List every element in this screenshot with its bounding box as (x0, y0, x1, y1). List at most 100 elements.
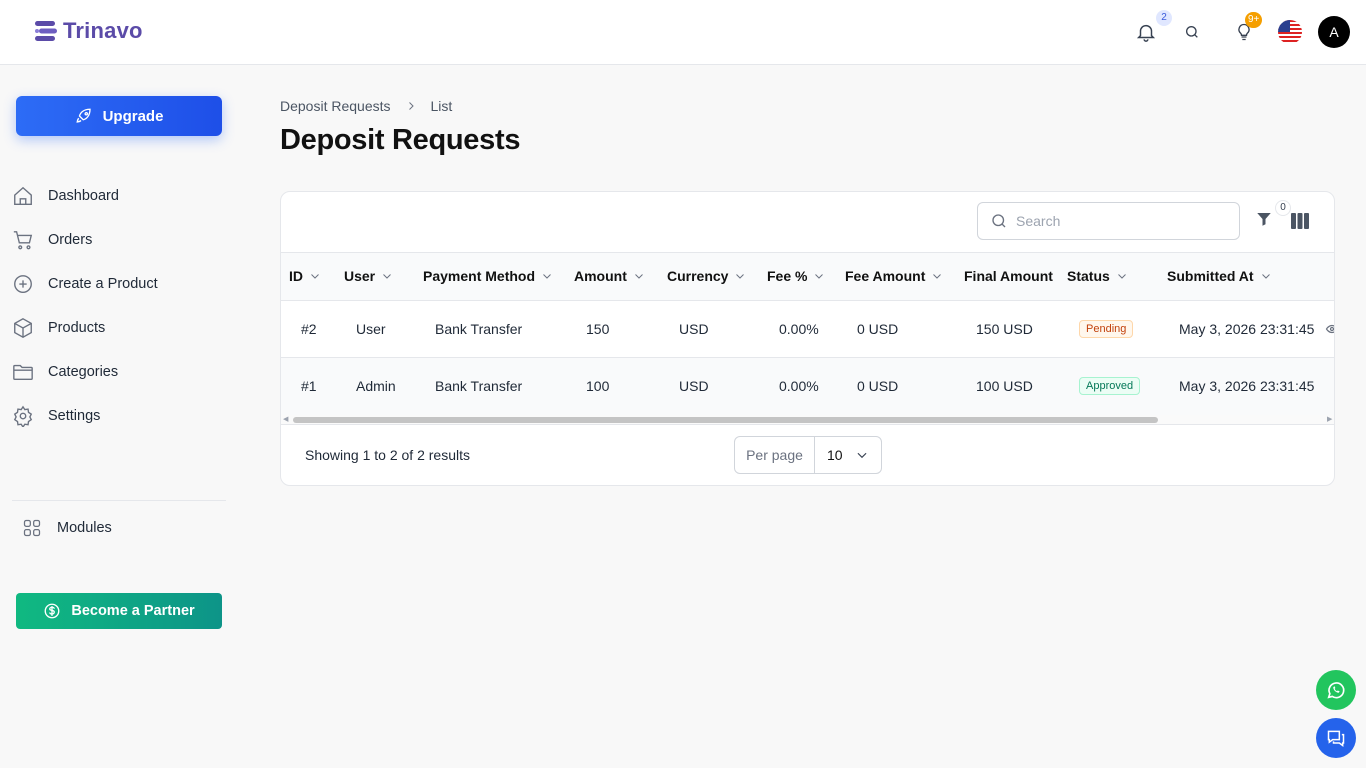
per-page-control: Per page 10 (734, 436, 882, 474)
sidebar-divider (12, 500, 226, 501)
whatsapp-button[interactable] (1316, 670, 1356, 710)
chevron-down-icon (311, 274, 319, 279)
status-badge: Pending (1079, 320, 1134, 338)
sidebar-item-orders[interactable]: Orders (12, 218, 226, 262)
chevron-down-icon (543, 274, 551, 279)
logo[interactable]: Trinavo (33, 18, 143, 44)
chevron-down-icon (933, 274, 942, 279)
notifications-button[interactable] (1132, 18, 1160, 46)
gear-icon (13, 405, 33, 427)
notifications-badge: 2 (1156, 10, 1172, 26)
user-avatar[interactable]: A (1318, 16, 1350, 48)
chevron-down-icon (1261, 274, 1270, 279)
table-row[interactable]: #1 Admin Bank Transfer 100 USD 0.00% 0 U… (281, 358, 1334, 415)
column-header-fee-amount[interactable]: Fee Amount (845, 268, 943, 284)
results-summary: Showing 1 to 2 of 2 results (305, 447, 470, 463)
cell-fee-percent: 0.00% (779, 378, 819, 394)
cell-currency: USD (679, 378, 709, 394)
breadcrumb: Deposit Requests List (280, 98, 452, 114)
search-button[interactable] (1178, 18, 1206, 46)
filter-count-badge: 0 (1275, 200, 1291, 216)
sidebar-item-label: Categories (48, 364, 119, 380)
view-icon[interactable] (1325, 323, 1335, 335)
column-header-status[interactable]: Status (1067, 268, 1128, 284)
sidebar-item-dashboard[interactable]: Dashboard (12, 174, 226, 218)
sidebar-item-label: Create a Product (48, 276, 158, 292)
cell-payment-method: Bank Transfer (435, 378, 523, 394)
chevron-down-icon (815, 274, 824, 279)
column-label: Currency (667, 268, 729, 284)
column-header-fee-percent[interactable]: Fee % (767, 268, 825, 284)
search-input[interactable] (1016, 213, 1226, 229)
scroll-left-arrow[interactable]: ◀ (283, 415, 288, 425)
sidebar-item-label: Dashboard (48, 188, 119, 204)
box-icon (14, 318, 32, 338)
per-page-select[interactable]: 10 (815, 437, 881, 473)
ideas-badge: 9+ (1245, 12, 1263, 28)
upgrade-button[interactable]: Upgrade (16, 96, 222, 136)
cell-fee-percent: 0.00% (779, 321, 819, 337)
cell-amount: 150 (586, 321, 610, 337)
column-label: Fee % (767, 268, 808, 284)
column-label: Fee Amount (845, 268, 926, 284)
partner-label: Become a Partner (71, 603, 195, 619)
cell-user: User (356, 321, 386, 337)
sidebar-item-create-product[interactable]: Create a Product (12, 262, 226, 306)
chevron-down-icon (736, 274, 745, 279)
cell-id: #1 (301, 378, 317, 394)
scrollbar-thumb[interactable] (293, 417, 1158, 423)
column-label: Final Amount (964, 268, 1053, 284)
chat-button[interactable] (1316, 718, 1356, 758)
modules-label: Modules (57, 520, 112, 536)
rocket-icon (76, 108, 91, 123)
app-name: Trinavo (63, 18, 143, 43)
cell-fee-amount: 0 USD (857, 321, 899, 337)
home-icon (14, 186, 32, 205)
dollar-icon (44, 603, 60, 619)
sidebar-item-modules[interactable]: Modules (22, 518, 112, 538)
column-header-submitted-at[interactable]: Submitted At (1167, 268, 1272, 284)
table-header: ID User Payment Method Amount Currency F… (281, 252, 1334, 301)
deposit-requests-table-card: 0 ID User Payment Method Amount Currency… (280, 191, 1335, 486)
whatsapp-icon (1327, 682, 1345, 699)
logo-icon (35, 21, 57, 41)
column-header-user[interactable]: User (344, 268, 393, 284)
table-row[interactable]: #2 User Bank Transfer 150 USD 0.00% 0 US… (281, 301, 1335, 358)
column-header-final-amount[interactable]: Final Amount (964, 268, 1053, 284)
become-partner-button[interactable]: Become a Partner (16, 593, 222, 629)
upgrade-label: Upgrade (102, 107, 164, 125)
toggle-columns-button[interactable] (1291, 213, 1309, 234)
language-selector[interactable] (1276, 18, 1304, 46)
cell-final-amount: 100 USD (976, 378, 1033, 394)
chevron-down-icon (635, 274, 643, 279)
column-label: User (344, 268, 376, 284)
status-badge: Approved (1079, 377, 1141, 395)
page-title: Deposit Requests (280, 124, 521, 156)
breadcrumb-parent[interactable]: Deposit Requests (280, 98, 391, 114)
sidebar-item-settings[interactable]: Settings (12, 394, 226, 438)
per-page-label: Per page (735, 437, 815, 473)
search-field[interactable] (977, 202, 1240, 240)
sidebar-item-label: Settings (48, 408, 101, 424)
column-header-amount[interactable]: Amount (574, 268, 645, 284)
column-header-payment-method[interactable]: Payment Method (423, 268, 553, 284)
search-icon (992, 214, 1006, 228)
cart-icon (13, 231, 33, 250)
sidebar-item-label: Orders (48, 232, 93, 248)
filter-button[interactable] (1255, 209, 1273, 234)
cell-payment-method: Bank Transfer (435, 321, 523, 337)
cell-amount: 100 (586, 378, 610, 394)
sidebar-item-products[interactable]: Products (12, 306, 226, 350)
scroll-right-arrow[interactable]: ▶ (1327, 415, 1332, 425)
plus-circle-icon (14, 275, 32, 293)
top-bar: Trinavo 2 9+ A (0, 0, 1366, 65)
column-header-id[interactable]: ID (289, 268, 321, 284)
column-header-currency[interactable]: Currency (667, 268, 746, 284)
bell-icon (1136, 24, 1156, 42)
search-icon (1186, 26, 1198, 38)
sidebar-item-categories[interactable]: Categories (12, 350, 226, 394)
horizontal-scrollbar[interactable]: ◀ ▶ (281, 415, 1334, 425)
sidebar-item-label: Products (48, 320, 106, 336)
chat-icon (1327, 730, 1345, 747)
us-flag-icon (1278, 20, 1302, 44)
